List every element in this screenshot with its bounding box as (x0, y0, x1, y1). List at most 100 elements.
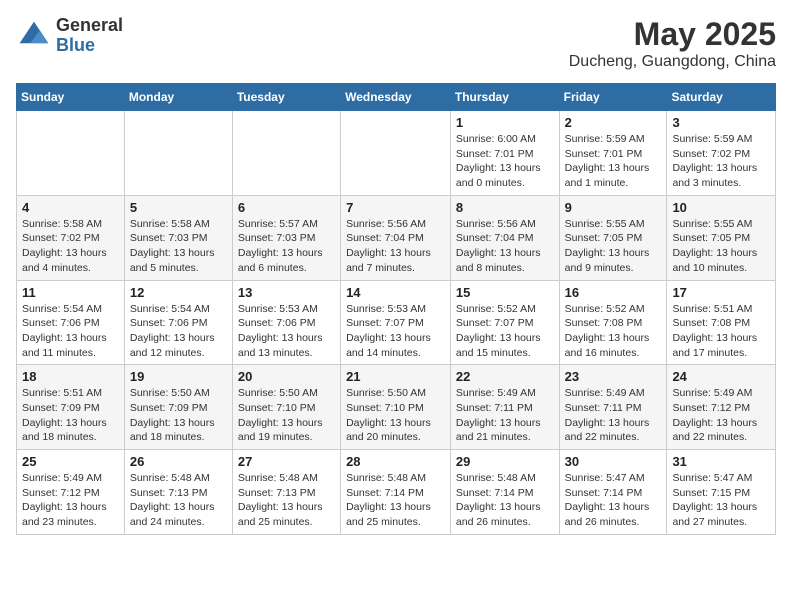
calendar-cell: 2 Sunrise: 5:59 AM Sunset: 7:01 PM Daylig… (559, 111, 667, 196)
day-info: Sunrise: 5:52 AM Sunset: 7:08 PM Dayligh… (565, 302, 662, 361)
calendar-cell: 19Sunrise: 5:50 AM Sunset: 7:09 PM Dayli… (124, 365, 232, 450)
calendar-table: SundayMondayTuesdayWednesdayThursdayFrid… (16, 83, 776, 535)
day-number: 3 (672, 115, 770, 130)
day-info: Sunrise: 5:55 AM Sunset: 7:05 PM Dayligh… (565, 217, 662, 276)
weekday-thursday: Thursday (450, 84, 559, 111)
calendar-cell: 31 Sunrise: 5:47 AM Sunset: 7:15 PM Dayli… (667, 450, 776, 535)
day-info: Sunrise: 5:58 AM Sunset: 7:03 PM Dayligh… (130, 217, 227, 276)
day-info: Sunrise: 5:49 AM Sunset: 7:11 PM Dayligh… (565, 386, 662, 445)
calendar-cell: 15 Sunrise: 5:52 AM Sunset: 7:07 PM Dayli… (450, 280, 559, 365)
logo-icon (16, 18, 52, 54)
calendar-cell: 28 Sunrise: 5:48 AM Sunset: 7:14 PM Dayli… (341, 450, 451, 535)
day-number: 31 (672, 454, 770, 469)
day-info: Sunrise: 5:53 AM Sunset: 7:06 PM Dayligh… (238, 302, 335, 361)
day-info: Sunrise: 5:49 AM Sunset: 7:12 PM Dayligh… (22, 471, 119, 530)
calendar-cell: 17 Sunrise: 5:51 AM Sunset: 7:08 PM Dayli… (667, 280, 776, 365)
day-number: 1 (456, 115, 554, 130)
day-info: Sunrise: 5:57 AM Sunset: 7:03 PM Dayligh… (238, 217, 335, 276)
calendar-cell: 23Sunrise: 5:49 AM Sunset: 7:11 PM Dayli… (559, 365, 667, 450)
calendar-cell: 11 Sunrise: 5:54 AM Sunset: 7:06 PM Dayli… (17, 280, 125, 365)
calendar-cell: 14 Sunrise: 5:53 AM Sunset: 7:07 PM Dayli… (341, 280, 451, 365)
calendar-body: 1Sunrise: 6:00 AM Sunset: 7:01 PM Daylig… (17, 111, 776, 535)
day-number: 6 (238, 200, 335, 215)
day-number: 20 (238, 369, 335, 384)
weekday-tuesday: Tuesday (232, 84, 340, 111)
day-info: Sunrise: 5:56 AM Sunset: 7:04 PM Dayligh… (456, 217, 554, 276)
calendar-cell (124, 111, 232, 196)
day-number: 15 (456, 285, 554, 300)
day-info: Sunrise: 5:52 AM Sunset: 7:07 PM Dayligh… (456, 302, 554, 361)
calendar-cell: 30 Sunrise: 5:47 AM Sunset: 7:14 PM Dayli… (559, 450, 667, 535)
calendar-cell: 16 Sunrise: 5:52 AM Sunset: 7:08 PM Dayli… (559, 280, 667, 365)
calendar-cell: 22Sunrise: 5:49 AM Sunset: 7:11 PM Dayli… (450, 365, 559, 450)
title-block: May 2025 Ducheng, Guangdong, China (569, 16, 776, 71)
logo: General Blue (16, 16, 123, 56)
day-info: Sunrise: 5:56 AM Sunset: 7:04 PM Dayligh… (346, 217, 445, 276)
weekday-monday: Monday (124, 84, 232, 111)
weekday-saturday: Saturday (667, 84, 776, 111)
calendar-cell: 26 Sunrise: 5:48 AM Sunset: 7:13 PM Dayli… (124, 450, 232, 535)
day-number: 25 (22, 454, 119, 469)
calendar-cell: 25 Sunrise: 5:49 AM Sunset: 7:12 PM Dayli… (17, 450, 125, 535)
day-number: 9 (565, 200, 662, 215)
day-number: 27 (238, 454, 335, 469)
week-row-3: 11 Sunrise: 5:54 AM Sunset: 7:06 PM Dayli… (17, 280, 776, 365)
day-info: Sunrise: 5:51 AM Sunset: 7:09 PM Dayligh… (22, 386, 119, 445)
calendar-cell: 7 Sunrise: 5:56 AM Sunset: 7:04 PM Daylig… (341, 195, 451, 280)
day-number: 16 (565, 285, 662, 300)
calendar-cell: 3 Sunrise: 5:59 AM Sunset: 7:02 PM Daylig… (667, 111, 776, 196)
logo-blue-text: Blue (56, 35, 95, 55)
calendar-cell: 21Sunrise: 5:50 AM Sunset: 7:10 PM Dayli… (341, 365, 451, 450)
day-number: 2 (565, 115, 662, 130)
day-number: 22 (456, 369, 554, 384)
day-info: Sunrise: 5:48 AM Sunset: 7:13 PM Dayligh… (238, 471, 335, 530)
page-header: General Blue May 2025 Ducheng, Guangdong… (16, 16, 776, 71)
calendar-cell: 12 Sunrise: 5:54 AM Sunset: 7:06 PM Dayli… (124, 280, 232, 365)
day-number: 7 (346, 200, 445, 215)
day-info: Sunrise: 5:51 AM Sunset: 7:08 PM Dayligh… (672, 302, 770, 361)
day-info: Sunrise: 5:59 AM Sunset: 7:01 PM Dayligh… (565, 132, 662, 191)
calendar-cell: 8 Sunrise: 5:56 AM Sunset: 7:04 PM Daylig… (450, 195, 559, 280)
calendar-cell: 20Sunrise: 5:50 AM Sunset: 7:10 PM Dayli… (232, 365, 340, 450)
day-info: Sunrise: 5:48 AM Sunset: 7:13 PM Dayligh… (130, 471, 227, 530)
calendar-cell (341, 111, 451, 196)
day-info: Sunrise: 5:53 AM Sunset: 7:07 PM Dayligh… (346, 302, 445, 361)
weekday-friday: Friday (559, 84, 667, 111)
day-number: 5 (130, 200, 227, 215)
day-info: Sunrise: 5:54 AM Sunset: 7:06 PM Dayligh… (22, 302, 119, 361)
location: Ducheng, Guangdong, China (569, 53, 776, 71)
day-info: Sunrise: 5:49 AM Sunset: 7:12 PM Dayligh… (672, 386, 770, 445)
day-info: Sunrise: 5:50 AM Sunset: 7:09 PM Dayligh… (130, 386, 227, 445)
day-info: Sunrise: 5:47 AM Sunset: 7:15 PM Dayligh… (672, 471, 770, 530)
day-info: Sunrise: 5:48 AM Sunset: 7:14 PM Dayligh… (456, 471, 554, 530)
calendar-cell: 27 Sunrise: 5:48 AM Sunset: 7:13 PM Dayli… (232, 450, 340, 535)
day-number: 28 (346, 454, 445, 469)
calendar-cell: 1Sunrise: 6:00 AM Sunset: 7:01 PM Daylig… (450, 111, 559, 196)
day-number: 10 (672, 200, 770, 215)
calendar-cell: 9 Sunrise: 5:55 AM Sunset: 7:05 PM Daylig… (559, 195, 667, 280)
month-year: May 2025 (569, 16, 776, 53)
calendar-cell: 18 Sunrise: 5:51 AM Sunset: 7:09 PM Dayli… (17, 365, 125, 450)
day-number: 26 (130, 454, 227, 469)
day-info: Sunrise: 5:48 AM Sunset: 7:14 PM Dayligh… (346, 471, 445, 530)
weekday-wednesday: Wednesday (341, 84, 451, 111)
day-number: 13 (238, 285, 335, 300)
calendar-cell: 13 Sunrise: 5:53 AM Sunset: 7:06 PM Dayli… (232, 280, 340, 365)
day-info: Sunrise: 5:59 AM Sunset: 7:02 PM Dayligh… (672, 132, 770, 191)
weekday-header-row: SundayMondayTuesdayWednesdayThursdayFrid… (17, 84, 776, 111)
day-number: 12 (130, 285, 227, 300)
week-row-1: 1Sunrise: 6:00 AM Sunset: 7:01 PM Daylig… (17, 111, 776, 196)
day-info: Sunrise: 5:58 AM Sunset: 7:02 PM Dayligh… (22, 217, 119, 276)
day-number: 18 (22, 369, 119, 384)
day-number: 29 (456, 454, 554, 469)
day-number: 8 (456, 200, 554, 215)
weekday-sunday: Sunday (17, 84, 125, 111)
day-info: Sunrise: 5:54 AM Sunset: 7:06 PM Dayligh… (130, 302, 227, 361)
logo-general-text: General (56, 15, 123, 35)
day-number: 14 (346, 285, 445, 300)
calendar-cell (17, 111, 125, 196)
day-number: 30 (565, 454, 662, 469)
day-number: 17 (672, 285, 770, 300)
day-number: 11 (22, 285, 119, 300)
day-info: Sunrise: 5:47 AM Sunset: 7:14 PM Dayligh… (565, 471, 662, 530)
